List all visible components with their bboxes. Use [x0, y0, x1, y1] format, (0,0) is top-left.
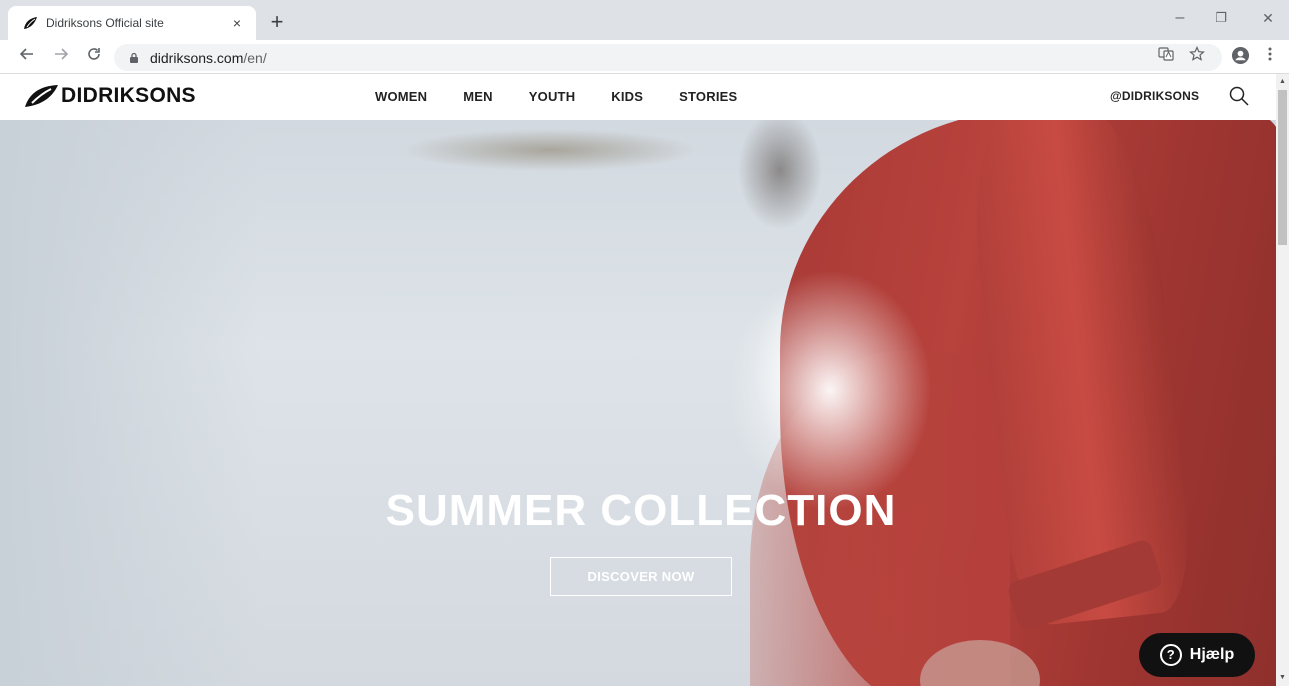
- tab-strip: Didriksons Official site × + – ❐ ✕: [0, 0, 1289, 40]
- hero-sun-glow: [720, 260, 940, 520]
- translate-icon: [1158, 47, 1174, 61]
- reload-button[interactable]: [83, 46, 105, 68]
- nav-item-youth[interactable]: YOUTH: [529, 89, 576, 104]
- help-label: Hjælp: [1189, 646, 1235, 663]
- tab-close-button[interactable]: ×: [228, 14, 246, 32]
- forward-button[interactable]: [50, 46, 72, 68]
- url-host: didriksons.com: [150, 49, 244, 66]
- nav-item-stories[interactable]: STORIES: [679, 89, 737, 104]
- window-close-button[interactable]: ✕: [1248, 8, 1288, 28]
- address-bar[interactable]: didriksons.com/en/: [114, 44, 1222, 71]
- page-scrollbar[interactable]: ▲ ▼: [1276, 74, 1289, 686]
- social-link[interactable]: @DIDRIKSONS: [1110, 89, 1199, 103]
- nav-item-men[interactable]: MEN: [463, 89, 493, 104]
- nav-item-women[interactable]: WOMEN: [375, 89, 427, 104]
- didriksons-logo[interactable]: DIDRIKSONS: [23, 84, 196, 108]
- kebab-menu-icon: [1268, 47, 1272, 61]
- main-nav: WOMEN MEN YOUTH KIDS STORIES: [375, 89, 773, 104]
- reload-icon: [88, 48, 100, 60]
- hero-title: SUMMER COLLECTION: [385, 486, 897, 535]
- back-button[interactable]: [16, 46, 38, 68]
- site-header: DIDRIKSONS WOMEN MEN YOUTH KIDS STORIES …: [0, 74, 1276, 120]
- star-icon: [1189, 46, 1205, 61]
- lock-icon: [130, 52, 138, 63]
- question-mark-icon: ?: [1159, 644, 1182, 666]
- menu-button[interactable]: [1259, 46, 1281, 68]
- hero-hair-blur: [300, 120, 720, 200]
- browser-toolbar: didriksons.com/en/: [0, 40, 1289, 74]
- profile-button[interactable]: [1229, 46, 1251, 68]
- scroll-thumb[interactable]: [1278, 90, 1287, 245]
- scroll-down-arrow-icon[interactable]: ▼: [1276, 672, 1289, 684]
- window-minimize-button[interactable]: –: [1160, 8, 1200, 28]
- help-button[interactable]: ? Hjælp: [1139, 633, 1255, 677]
- translate-button[interactable]: [1155, 46, 1177, 68]
- arrow-right-icon: [55, 48, 69, 60]
- nav-item-kids[interactable]: KIDS: [611, 89, 643, 104]
- discover-now-button[interactable]: DISCOVER NOW: [550, 557, 732, 596]
- search-icon: [1229, 86, 1249, 106]
- arrow-left-icon: [19, 48, 33, 60]
- new-tab-button[interactable]: +: [264, 10, 290, 36]
- tab-title: Didriksons Official site: [46, 16, 164, 30]
- scroll-up-arrow-icon[interactable]: ▲: [1276, 76, 1289, 88]
- logo-text: DIDRIKSONS: [61, 84, 196, 107]
- bookmark-button[interactable]: [1186, 46, 1208, 68]
- hero-banner: SUMMER COLLECTION DISCOVER NOW: [0, 120, 1276, 686]
- didriksons-favicon-icon: [24, 17, 37, 29]
- browser-tab[interactable]: Didriksons Official site ×: [8, 6, 256, 40]
- account-icon: [1231, 46, 1249, 65]
- search-button[interactable]: [1228, 85, 1250, 107]
- window-restore-button[interactable]: ❐: [1201, 8, 1241, 28]
- url-path: /en/: [243, 49, 267, 66]
- didriksons-leaf-logo-icon: [25, 85, 58, 107]
- hero-sky-shade: [0, 120, 260, 686]
